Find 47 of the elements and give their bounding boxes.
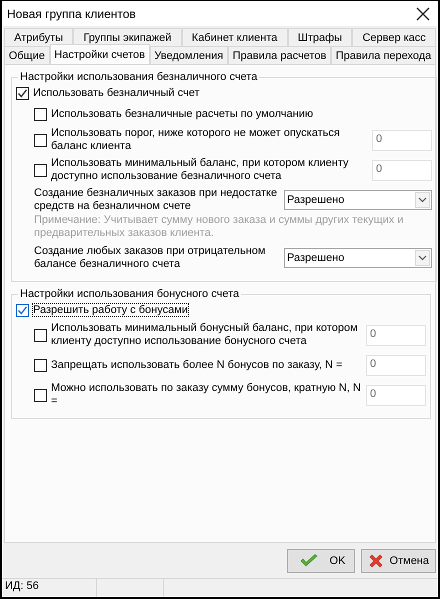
- checkbox[interactable]: [34, 358, 47, 372]
- tab[interactable]: Правила перехода: [331, 46, 436, 64]
- dropdown[interactable]: Разрешено: [284, 190, 432, 210]
- window-title: Новая группа клиентов: [7, 6, 136, 20]
- checkbox-label[interactable]: Использовать безналичные расчеты по умолчанию: [51, 108, 366, 120]
- field-label: Создание безналичных заказов при недостатке средств на безналичном счете: [34, 187, 278, 213]
- checkbox[interactable]: [34, 328, 47, 342]
- tab[interactable]: Кабинет клиента: [182, 28, 288, 46]
- number-field[interactable]: 0: [372, 160, 432, 180]
- checkbox[interactable]: [16, 304, 29, 316]
- checkbox-label[interactable]: Использовать минимальный бонусный баланс, при котором клиенту доступно использование бонусного счета: [51, 322, 366, 348]
- checkbox[interactable]: [34, 164, 47, 176]
- tab[interactable]: Правила расчетов: [228, 46, 332, 64]
- number-field[interactable]: 0: [366, 324, 426, 346]
- checkbox-label[interactable]: Использовать порог, ниже которого не может опускаться баланс клиента: [51, 127, 366, 153]
- checkbox[interactable]: [34, 388, 47, 402]
- checkmark-icon: [300, 554, 318, 568]
- tab[interactable]: Атрибуты: [4, 28, 74, 46]
- tab[interactable]: Уведомления: [150, 46, 228, 64]
- tab[interactable]: Группы экипажей: [73, 28, 182, 46]
- cancel-button[interactable]: Отмена: [360, 549, 436, 573]
- checkbox[interactable]: [34, 134, 47, 146]
- checkbox-label[interactable]: Разрешить работу с бонусами: [33, 304, 188, 316]
- checkbox[interactable]: [34, 108, 47, 120]
- group-title: Настройки использования бонусного счета: [19, 288, 240, 300]
- checkbox-label[interactable]: Запрещать использовать более N бонусов по заказу, N =: [51, 358, 366, 372]
- status-text: ИД: 56: [2, 579, 97, 597]
- checkbox-label[interactable]: Использовать минимальный баланс, при котором клиенту доступно использование безналичного счета: [51, 157, 366, 183]
- number-field[interactable]: 0: [366, 384, 426, 406]
- dropdown[interactable]: Разрешено: [284, 248, 432, 268]
- tab[interactable]: Сервер касс: [352, 28, 436, 46]
- cross-icon: [368, 553, 384, 569]
- tab[interactable]: Штрафы: [288, 28, 352, 46]
- ok-button[interactable]: OK: [286, 549, 355, 573]
- group-title: Настройки использования безналичного счета: [19, 71, 258, 83]
- number-field[interactable]: 0: [372, 130, 432, 150]
- checkbox[interactable]: [16, 86, 29, 100]
- note-text: Примечание: Учитывает сумму нового заказа и суммы других текущих и предварительных заказов клиента.: [34, 214, 405, 240]
- chevron-down-icon: [418, 197, 427, 203]
- tab[interactable]: Общие: [4, 46, 50, 64]
- checkbox-label[interactable]: Использовать безналичный счет: [33, 87, 200, 99]
- tab[interactable]: Настройки счетов: [50, 44, 150, 64]
- chevron-down-icon: [418, 255, 427, 261]
- checkbox-label[interactable]: Можно использовать по заказу сумму бонусов, кратную N, N =: [51, 382, 366, 408]
- number-field[interactable]: 0: [366, 354, 426, 376]
- field-label: Создание любых заказов при отрицательном балансе безналичного счета: [34, 245, 266, 271]
- close-icon[interactable]: [416, 6, 430, 20]
